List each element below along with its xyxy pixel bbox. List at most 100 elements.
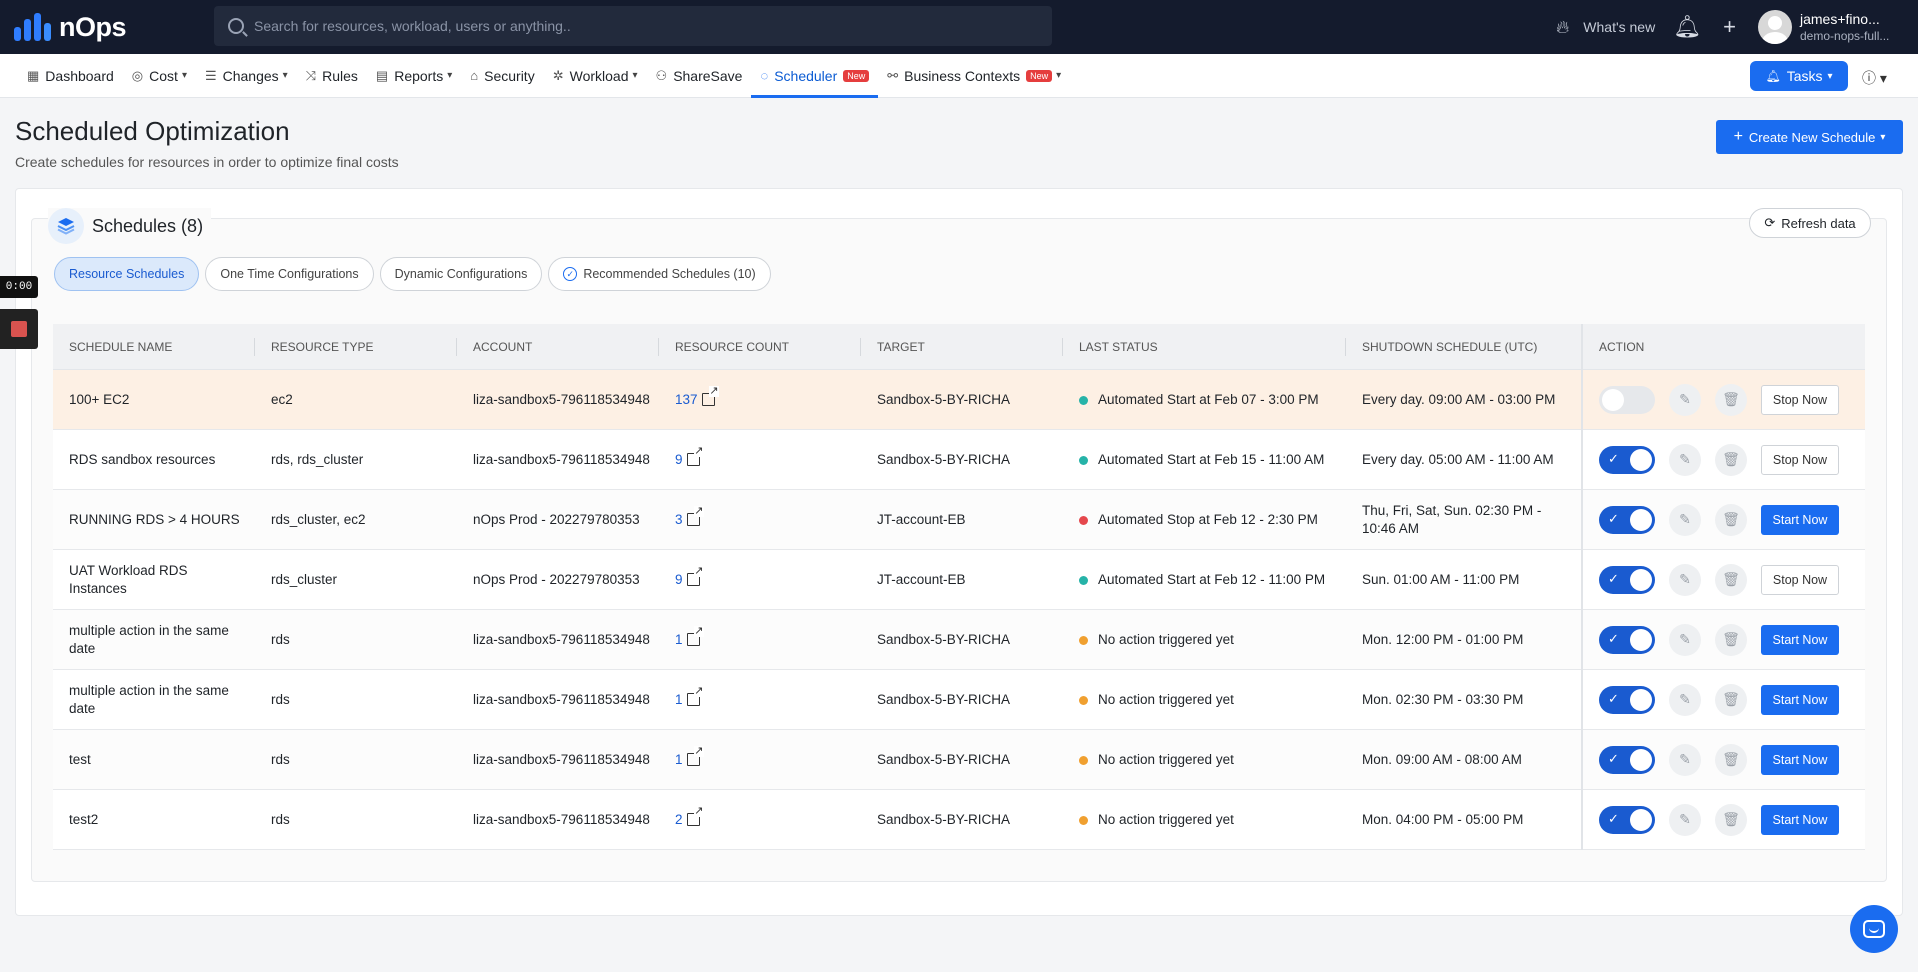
nops-logo[interactable]: nOps bbox=[14, 12, 214, 43]
tab-one-time-configurations[interactable]: One Time Configurations bbox=[205, 257, 374, 291]
edit-icon[interactable]: ✎ bbox=[1669, 383, 1701, 416]
stop-recording-button[interactable] bbox=[0, 309, 38, 349]
col-resource-count[interactable]: RESOURCE COUNT bbox=[659, 324, 861, 370]
nav-reports[interactable]: ▤ Reports ▾ bbox=[367, 54, 461, 98]
start-now-button[interactable]: Start Now bbox=[1761, 504, 1839, 535]
resource-count-link[interactable]: 2 bbox=[675, 806, 704, 829]
nav-workload[interactable]: ✲ Workload ▾ bbox=[544, 54, 647, 98]
col-last-status[interactable]: LAST STATUS bbox=[1063, 324, 1346, 370]
resource-count-link[interactable]: 1 bbox=[675, 746, 704, 769]
create-new-schedule-button[interactable]: + Create New Schedule ▾ bbox=[1716, 120, 1903, 154]
status-dot bbox=[1079, 695, 1088, 705]
stop-now-button[interactable]: Stop Now bbox=[1761, 564, 1839, 595]
nav-sharesave[interactable]: ⚇ ShareSave bbox=[647, 54, 752, 98]
edit-icon[interactable]: ✎ bbox=[1669, 623, 1701, 656]
stop-icon bbox=[11, 321, 27, 337]
trash-icon[interactable]: 🗑︎ bbox=[1715, 383, 1747, 416]
edit-icon[interactable]: ✎ bbox=[1669, 683, 1701, 716]
trash-icon[interactable]: 🗑︎ bbox=[1715, 563, 1747, 596]
col-schedule-name[interactable]: SCHEDULE NAME bbox=[53, 324, 255, 370]
bell-icon[interactable]: 🔔︎ bbox=[1673, 14, 1701, 40]
nav-business-contexts[interactable]: ⚯ Business Contexts New ▾ bbox=[878, 54, 1070, 98]
schedule-toggle[interactable]: ✓ bbox=[1599, 805, 1655, 834]
tab-resource-schedules[interactable]: Resource Schedules bbox=[54, 257, 200, 291]
resource-count-cell: 9 bbox=[659, 566, 861, 589]
chat-support-button[interactable] bbox=[1850, 905, 1898, 953]
tab-dynamic-configurations[interactable]: Dynamic Configurations bbox=[379, 257, 543, 291]
resource-type: rds_cluster bbox=[271, 571, 338, 587]
account: nOps Prod - 202279780353 bbox=[473, 571, 640, 587]
col-shutdown-schedule[interactable]: SHUTDOWN SCHEDULE (UTC) bbox=[1346, 324, 1581, 370]
start-now-button[interactable]: Start Now bbox=[1761, 804, 1839, 835]
account: liza-sandbox5-796118534948 bbox=[473, 811, 650, 827]
resource-count-link[interactable]: 1 bbox=[675, 686, 704, 709]
edit-icon[interactable]: ✎ bbox=[1669, 503, 1701, 536]
start-now-button[interactable]: Start Now bbox=[1761, 684, 1839, 715]
schedule-toggle[interactable] bbox=[1599, 385, 1655, 414]
tab-label: Resource Schedules bbox=[69, 267, 185, 281]
resource-count-cell: 9 bbox=[659, 446, 861, 469]
col-resource-type[interactable]: RESOURCE TYPE bbox=[255, 324, 457, 370]
plus-icon: + bbox=[1733, 128, 1743, 145]
schedule-toggle[interactable]: ✓ bbox=[1599, 685, 1655, 714]
resource-type: rds, rds_cluster bbox=[271, 451, 364, 467]
logo-text: nOps bbox=[59, 11, 127, 42]
search-input[interactable] bbox=[254, 18, 1034, 34]
tasks-label: Tasks bbox=[1786, 68, 1823, 84]
check-icon: ✓ bbox=[1608, 510, 1619, 526]
trash-icon[interactable]: 🗑︎ bbox=[1715, 503, 1747, 536]
nav-changes[interactable]: ☰ Changes ▾ bbox=[196, 54, 297, 98]
edit-icon[interactable]: ✎ bbox=[1669, 443, 1701, 476]
shutdown-schedule: Sun. 01:00 AM - 11:00 PM bbox=[1362, 571, 1520, 587]
global-search[interactable] bbox=[214, 6, 1052, 46]
page-subtitle: Create schedules for resources in order … bbox=[15, 154, 399, 170]
external-link-icon bbox=[686, 506, 704, 526]
tasks-button[interactable]: 🔔︎ Tasks ▾ bbox=[1750, 61, 1848, 91]
whats-new-button[interactable]: 🔥︎ What's new bbox=[1556, 17, 1655, 38]
trash-icon[interactable]: 🗑︎ bbox=[1715, 443, 1747, 476]
refresh-data-button[interactable]: ⟳ Refresh data bbox=[1749, 208, 1871, 238]
resource-count-link[interactable]: 9 bbox=[675, 566, 704, 589]
schedule-toggle[interactable]: ✓ bbox=[1599, 445, 1655, 474]
resource-count-link[interactable]: 3 bbox=[675, 506, 704, 529]
shutdown-schedule: Mon. 12:00 PM - 01:00 PM bbox=[1362, 631, 1524, 647]
schedule-toggle[interactable]: ✓ bbox=[1599, 625, 1655, 654]
changes-icon: ☰ bbox=[204, 67, 217, 83]
table-body: 100+ EC2 ec2 liza-sandbox5-796118534948 137… bbox=[53, 369, 1865, 850]
trash-icon[interactable]: 🗑︎ bbox=[1715, 683, 1747, 716]
trash-icon[interactable]: 🗑︎ bbox=[1715, 803, 1747, 836]
nav-rules[interactable]: ⤨ Rules bbox=[297, 54, 367, 98]
nav-scheduler[interactable]: ◌ Scheduler New bbox=[751, 54, 879, 98]
status-dot bbox=[1079, 635, 1088, 645]
start-now-button[interactable]: Start Now bbox=[1761, 624, 1839, 655]
user-menu[interactable]: james+fino... demo-nops-full... bbox=[1758, 10, 1918, 44]
edit-icon[interactable]: ✎ bbox=[1669, 803, 1701, 836]
nav-cost[interactable]: ◎ Cost ▾ bbox=[123, 54, 196, 98]
schedule-toggle[interactable]: ✓ bbox=[1599, 745, 1655, 774]
resource-count-link[interactable]: 9 bbox=[675, 446, 704, 469]
col-account[interactable]: ACCOUNT bbox=[457, 324, 659, 370]
start-now-button[interactable]: Start Now bbox=[1761, 744, 1839, 775]
plus-icon[interactable]: + bbox=[1723, 14, 1736, 40]
chevron-down-icon: ▾ bbox=[1880, 131, 1886, 143]
nav-label: Security bbox=[484, 67, 535, 84]
chat-icon bbox=[1863, 920, 1885, 938]
resource-count-link[interactable]: 1 bbox=[675, 626, 704, 649]
stop-now-button[interactable]: Stop Now bbox=[1761, 444, 1839, 475]
resource-count-link[interactable]: 137 bbox=[675, 386, 719, 409]
resource-type: rds bbox=[271, 751, 290, 767]
col-target[interactable]: TARGET bbox=[861, 324, 1063, 370]
tab-recommended-schedules[interactable]: ✓ Recommended Schedules (10) bbox=[548, 257, 771, 291]
stop-now-button[interactable]: Stop Now bbox=[1761, 384, 1839, 415]
edit-icon[interactable]: ✎ bbox=[1669, 563, 1701, 596]
schedule-toggle[interactable]: ✓ bbox=[1599, 565, 1655, 594]
nav-security[interactable]: ⌂ Security bbox=[461, 54, 543, 98]
chevron-down-icon: ▾ bbox=[1827, 70, 1833, 82]
edit-icon[interactable]: ✎ bbox=[1669, 743, 1701, 776]
trash-icon[interactable]: 🗑︎ bbox=[1715, 623, 1747, 656]
last-status-cell: Automated Start at Feb 12 - 11:00 PM bbox=[1063, 571, 1346, 589]
schedule-toggle[interactable]: ✓ bbox=[1599, 505, 1655, 534]
trash-icon[interactable]: 🗑︎ bbox=[1715, 743, 1747, 776]
help-icon[interactable]: ⓘ ▾ bbox=[1862, 68, 1887, 88]
nav-dashboard[interactable]: ▦ Dashboard bbox=[18, 54, 123, 98]
